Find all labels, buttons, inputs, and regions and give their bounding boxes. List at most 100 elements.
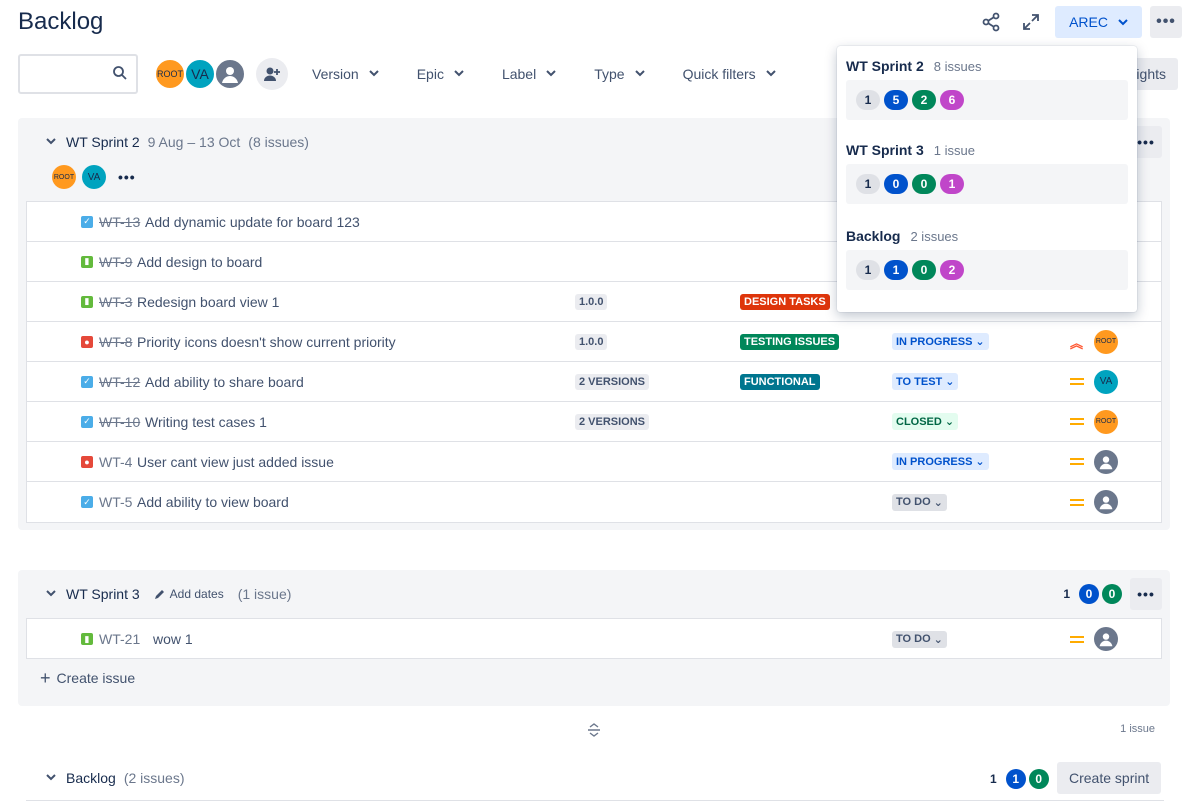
story-icon: ▮ — [81, 633, 93, 645]
epic-badge[interactable]: FUNCTIONAL — [740, 373, 820, 390]
assignee-avatar[interactable]: ROOT — [1094, 409, 1118, 434]
resize-handle-icon[interactable] — [586, 722, 602, 738]
popup-section-title: WT Sprint 3 — [846, 142, 924, 158]
popup-section-count: 8 issues — [933, 59, 982, 74]
add-dates-button[interactable]: Add dates — [154, 587, 224, 601]
issue-key[interactable]: WT-21 — [99, 631, 140, 647]
issue-summary: Writing test cases 1 — [145, 413, 267, 430]
issue-count-footer: 1 issue — [1120, 723, 1155, 735]
priority-medium-icon — [1070, 496, 1084, 509]
status-dropdown[interactable]: IN PROGRESS ⌄ — [892, 453, 989, 470]
issue-key[interactable]: WT-12 — [99, 374, 140, 390]
popup-section-count: 1 issue — [933, 143, 975, 158]
backlog-header[interactable]: Backlog (2 issues) — [46, 770, 185, 786]
sprint-header[interactable]: WT Sprint 2 9 Aug – 13 Oct (8 issues) — [46, 134, 309, 150]
add-people-button[interactable] — [256, 58, 288, 90]
issue-row[interactable]: ● WT-4 User cant view just added issue I… — [27, 442, 1161, 482]
issue-row[interactable]: ● WT-8 Priority icons doesn't show curre… — [27, 322, 1161, 362]
sprint-issue-count: (1 issue) — [237, 586, 292, 602]
issue-key[interactable]: WT-4 — [99, 454, 132, 470]
epic-badge[interactable]: DESIGN TASKS — [740, 293, 830, 310]
issue-row[interactable]: ✓ WT-12 Add ability to share board 2 VER… — [27, 362, 1161, 402]
todo-count-badge: 1 — [884, 260, 908, 280]
chevron-down-icon: ⌄ — [933, 496, 943, 509]
issue-row[interactable]: ▮ WT-21 wow 1 TO DO ⌄ — [27, 619, 1161, 659]
unassigned-avatar[interactable] — [1094, 449, 1118, 474]
in-progress-count-badge: 1 — [1005, 769, 1026, 789]
more-icon[interactable]: ••• — [118, 169, 136, 185]
person-icon — [1099, 455, 1113, 469]
popup-section-title: WT Sprint 2 — [846, 58, 924, 74]
project-select-button[interactable]: AREC — [1055, 6, 1142, 38]
issue-summary: Add ability to share board — [145, 373, 304, 390]
assignee-avatar[interactable]: VA — [1094, 369, 1118, 394]
popup-status-box: 1 5 2 6 — [846, 80, 1128, 120]
issue-key[interactable]: WT-10 — [99, 414, 140, 430]
chevron-down-icon — [765, 68, 776, 81]
priority-medium-icon — [1070, 455, 1084, 468]
create-sprint-label: Create sprint — [1069, 770, 1150, 786]
avatar-root[interactable]: ROOT — [52, 165, 76, 189]
task-icon: ✓ — [81, 415, 93, 428]
add-person-icon — [264, 67, 280, 81]
unestimated-count-badge: 1 — [856, 174, 880, 194]
plus-icon: + — [40, 668, 51, 688]
filter-label[interactable]: Label — [502, 66, 556, 82]
done-count-badge: 0 — [1102, 584, 1122, 604]
chevron-down-icon[interactable] — [46, 772, 58, 785]
issue-key[interactable]: WT-13 — [99, 214, 140, 230]
avatar-va[interactable]: VA — [82, 165, 106, 189]
issue-key[interactable]: WT-5 — [99, 494, 132, 510]
sprint-header[interactable]: WT Sprint 3 Add dates (1 issue) — [46, 586, 291, 602]
chevron-down-icon[interactable] — [46, 588, 58, 601]
create-issue-label: Create issue — [56, 670, 136, 686]
status-dropdown[interactable]: IN PROGRESS ⌄ — [892, 333, 989, 350]
create-issue-button[interactable]: + Create issue — [40, 669, 135, 687]
in-progress-count-badge: 2 — [912, 90, 936, 110]
filter-label-text: Label — [501, 66, 537, 82]
issue-row[interactable]: ✓ WT-10 Writing test cases 1 2 VERSIONS … — [27, 402, 1161, 442]
filter-type[interactable]: Type — [594, 66, 645, 82]
issue-key[interactable]: WT-8 — [99, 334, 132, 350]
sprint-dates: 9 Aug – 13 Oct — [147, 134, 241, 150]
filter-epic[interactable]: Epic — [417, 66, 464, 82]
status-dropdown[interactable]: TO DO ⌄ — [892, 493, 947, 511]
sprint-more-button[interactable]: ••• — [1130, 578, 1162, 610]
share-icon[interactable] — [975, 6, 1007, 38]
issue-summary: Add dynamic update for board 123 — [145, 213, 360, 230]
epic-badge[interactable]: TESTING ISSUES — [740, 333, 840, 350]
project-select-label: AREC — [1069, 14, 1108, 30]
status-dropdown[interactable]: TO DO ⌄ — [892, 630, 947, 648]
chevron-down-icon: ⌄ — [944, 416, 955, 428]
priority-medium-icon — [1070, 415, 1084, 428]
story-icon: ▮ — [81, 295, 93, 308]
filter-version[interactable]: Version — [312, 66, 379, 82]
sprint-status-counts: 1 0 0 — [1057, 584, 1122, 604]
person-icon — [1099, 633, 1113, 647]
filter-label: Type — [594, 66, 625, 82]
status-dropdown[interactable]: CLOSED ⌄ — [892, 413, 959, 430]
unassigned-avatar[interactable] — [1094, 490, 1118, 514]
create-sprint-button[interactable]: Create sprint — [1057, 762, 1162, 794]
filter-quick-filters[interactable]: Quick filters — [683, 66, 776, 82]
in-progress-count-badge: 0 — [912, 174, 936, 194]
expand-icon[interactable] — [1015, 6, 1047, 38]
popup-status-box: 1 0 0 1 — [846, 164, 1128, 204]
chevron-down-icon[interactable] — [46, 136, 58, 149]
status-dropdown[interactable]: TO TEST ⌄ — [892, 373, 959, 390]
avatar-va[interactable]: VA — [184, 58, 216, 90]
popup-section-title: Backlog — [846, 228, 901, 244]
more-actions-button[interactable]: ••• — [1150, 6, 1182, 38]
issue-row[interactable]: ✓ WT-5 Add ability to view board TO DO ⌄ — [27, 482, 1161, 522]
unassigned-avatar[interactable] — [1094, 627, 1118, 651]
avatar-unassigned[interactable] — [214, 58, 246, 90]
status-label: IN PROGRESS — [896, 455, 973, 468]
assignee-avatar[interactable]: ROOT — [1094, 329, 1118, 354]
issue-key[interactable]: WT-9 — [99, 254, 132, 270]
chevron-down-icon — [1118, 14, 1128, 30]
in-progress-count-badge: 0 — [912, 260, 936, 280]
search-input[interactable] — [18, 54, 138, 94]
issue-key[interactable]: WT-3 — [99, 294, 132, 310]
avatar-root[interactable]: ROOT — [154, 58, 186, 90]
todo-count-badge: 0 — [884, 174, 908, 194]
